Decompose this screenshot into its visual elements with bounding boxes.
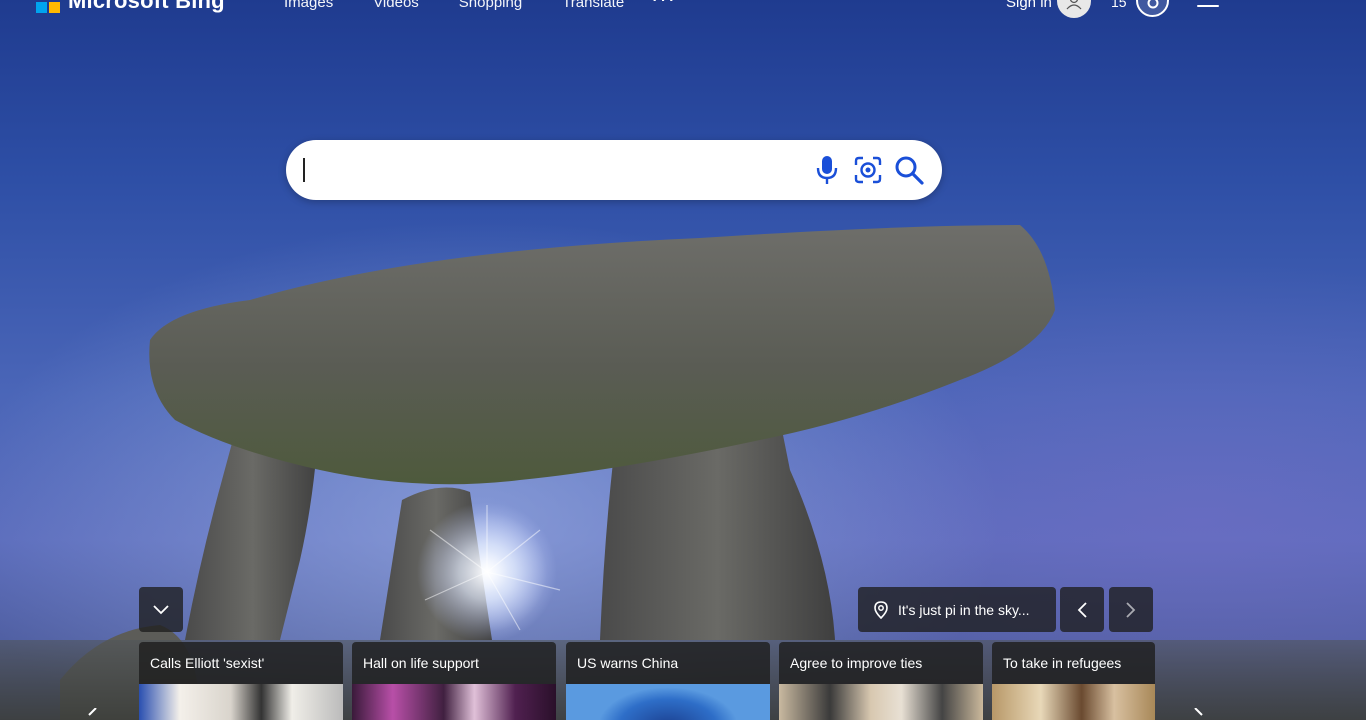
rewards-points: 15 [1111, 0, 1127, 10]
top-nav: Images Videos Shopping Translate [284, 0, 624, 11]
news-card[interactable]: Hall on life support [352, 642, 556, 720]
news-card-title: Calls Elliott 'sexist' [139, 642, 343, 684]
chevron-right-icon [1126, 601, 1136, 618]
nav-images[interactable]: Images [284, 0, 333, 11]
news-card[interactable]: US warns China [566, 642, 770, 720]
news-card-image [779, 684, 983, 720]
logo-text: Microsoft Bing [68, 0, 225, 13]
collapse-feed-button[interactable] [139, 587, 183, 632]
menu-hamburger-icon[interactable] [1197, 0, 1219, 12]
microphone-icon[interactable] [811, 154, 843, 186]
top-bar: Microsoft Bing Images Videos Shopping Tr… [0, 0, 1366, 40]
chevron-left-icon [1077, 601, 1087, 618]
background-scene [0, 0, 1366, 720]
visual-search-icon[interactable] [852, 154, 884, 186]
news-card-title: US warns China [566, 642, 770, 684]
search-box[interactable] [286, 140, 942, 200]
carousel-next-chevron-icon[interactable] [1193, 708, 1205, 720]
location-pin-icon [874, 600, 888, 619]
bing-logo[interactable]: Microsoft Bing [36, 0, 225, 14]
news-card-image [352, 684, 556, 720]
search-input[interactable] [304, 154, 804, 186]
nav-more-button[interactable]: ··· [651, 0, 676, 12]
avatar-icon[interactable] [1057, 0, 1091, 18]
news-card-title: Agree to improve ties [779, 642, 983, 684]
news-card-image [139, 684, 343, 720]
rewards-medal-icon[interactable] [1136, 0, 1169, 17]
news-card-image [566, 684, 770, 720]
text-caret [303, 158, 305, 182]
nav-translate[interactable]: Translate [562, 0, 624, 11]
news-card[interactable]: Calls Elliott 'sexist' [139, 642, 343, 720]
image-info-label: It's just pi in the sky... [898, 601, 1030, 618]
chevron-down-icon [153, 604, 169, 614]
nav-videos[interactable]: Videos [373, 0, 419, 11]
previous-image-button[interactable] [1060, 587, 1104, 632]
sign-in-link[interactable]: Sign in [1006, 0, 1052, 11]
next-image-button[interactable] [1109, 587, 1153, 632]
dolmen-background-image [60, 225, 1055, 720]
news-card[interactable]: To take in refugees [992, 642, 1155, 720]
search-icon[interactable] [893, 154, 925, 186]
news-card[interactable]: Agree to improve ties [779, 642, 983, 720]
news-carousel: Calls Elliott 'sexist' Hall on life supp… [139, 642, 1155, 720]
microsoft-logo-icon [36, 0, 60, 13]
news-card-image [992, 684, 1155, 720]
news-card-title: To take in refugees [992, 642, 1155, 684]
nav-shopping[interactable]: Shopping [459, 0, 522, 11]
image-info-button[interactable]: It's just pi in the sky... [858, 587, 1056, 632]
carousel-prev-chevron-icon[interactable] [86, 708, 98, 720]
news-card-title: Hall on life support [352, 642, 556, 684]
